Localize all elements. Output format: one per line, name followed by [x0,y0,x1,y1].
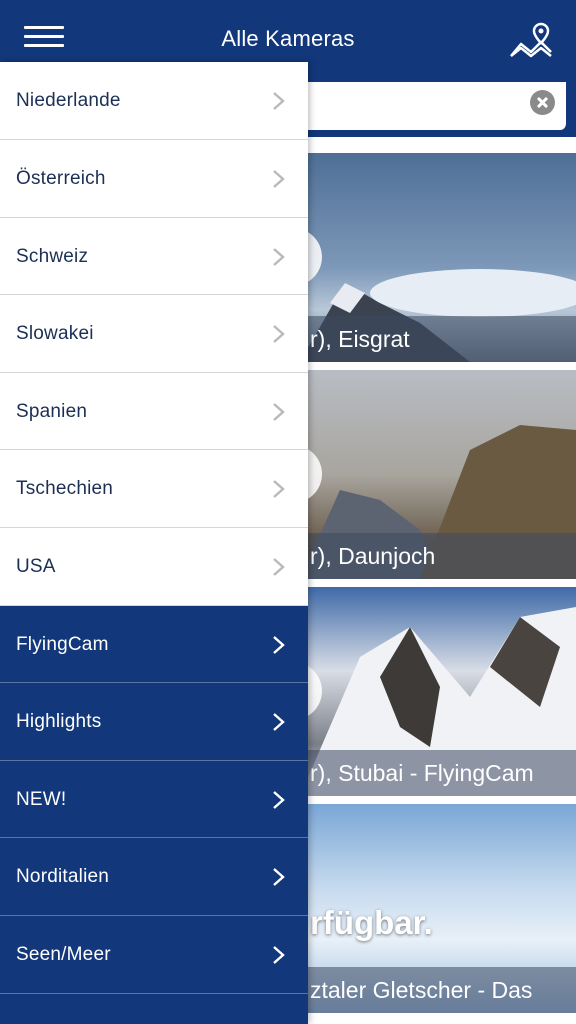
drawer-item-label: Tschechien [16,478,114,500]
drawer-item-label: Niederlande [16,90,121,111]
page-title: Alle Kameras [221,26,355,51]
drawer-item-label: USA [16,555,56,577]
unavailable-text: rfügbar. [310,904,433,941]
map-pin-icon[interactable] [508,22,554,62]
drawer-item-spanien[interactable]: Spanien [0,372,308,451]
drawer-item-norditalien[interactable]: Norditalien [0,838,308,916]
chevron-right-icon [273,92,285,110]
chevron-right-icon [273,170,285,188]
chevron-right-icon [273,247,285,266]
chevron-right-icon [273,558,285,576]
chevron-right-icon [273,868,285,887]
drawer-item-tschechien[interactable]: Tschechien [0,450,308,528]
drawer-item-label: Spanien [16,400,88,422]
chevron-right-icon [273,790,285,809]
drawer-item-new[interactable]: NEW! [0,760,308,839]
drawer-item-slowakei[interactable]: Slowakei [0,295,308,373]
chevron-right-icon [273,325,285,344]
side-drawer: Niederlande Österreich Schweiz Slowakei … [0,62,308,1024]
drawer-item-label: Norditalien [16,866,110,888]
drawer-item-label: NEW! [16,788,67,810]
chevron-right-icon [273,713,285,732]
drawer-item-schweiz[interactable]: Schweiz [0,217,308,296]
drawer-item-label: FlyingCam [16,633,109,655]
drawer-item-label: Seen/Meer [16,943,111,965]
drawer-item-niederlande[interactable]: Niederlande [0,62,308,140]
chevron-right-icon [273,946,285,964]
drawer-item-oesterreich[interactable]: Österreich [0,140,308,218]
drawer-item-label: Slowakei [16,323,94,345]
drawer-item-label: Highlights [16,711,102,733]
drawer-item-seen-meer[interactable]: Seen/Meer [0,915,308,994]
drawer-item-usa[interactable]: USA [0,527,308,606]
drawer-item-highlights[interactable]: Highlights [0,683,308,761]
chevron-right-icon [273,402,285,421]
drawer-item-partial[interactable] [0,993,308,1024]
drawer-item-label: Österreich [16,168,106,189]
clear-circle-icon[interactable] [530,90,555,115]
drawer-item-label: Schweiz [16,245,89,267]
drawer-item-flyingcam[interactable]: FlyingCam [0,605,308,684]
chevron-right-icon [273,480,285,499]
chevron-right-icon [273,635,285,654]
